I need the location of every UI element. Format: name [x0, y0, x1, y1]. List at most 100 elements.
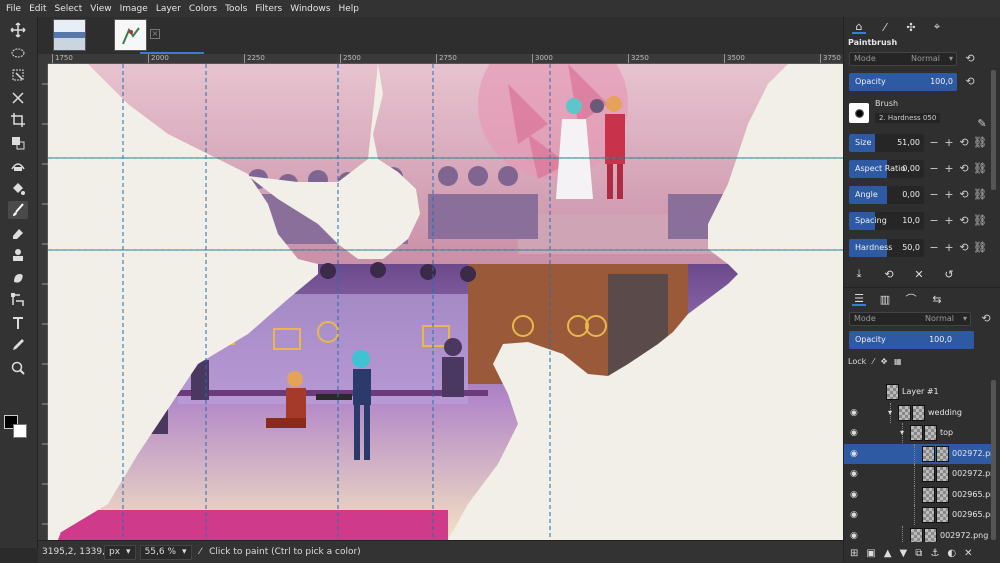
layer-row[interactable]: ◉ 002965.png copy	[844, 484, 994, 505]
clone-icon[interactable]	[8, 246, 28, 264]
reset-mode-icon[interactable]: ⟲	[964, 52, 976, 66]
layer-row[interactable]: ◉ 002972.png c	[844, 443, 994, 464]
close-tab-icon[interactable]: ×	[150, 29, 160, 39]
zoom-icon[interactable]	[8, 359, 28, 377]
restore-options-icon[interactable]: ⟲	[882, 267, 896, 281]
reset-aspect-ratio-icon[interactable]: ⟲	[958, 162, 970, 176]
eye-icon[interactable]: ◉	[850, 490, 860, 500]
menu-windows[interactable]: Windows	[288, 4, 336, 14]
eye-icon[interactable]: ◉	[850, 428, 860, 438]
eraser-icon[interactable]	[8, 224, 28, 242]
lower-layer-icon[interactable]: ▼	[900, 548, 908, 559]
layer-row[interactable]: ◉ ▾ wedding	[844, 402, 994, 423]
slider-aspect-ratio[interactable]: Aspect Ratio 0,00	[849, 160, 924, 178]
fuzzy-select-icon[interactable]	[8, 66, 28, 84]
layer-row[interactable]: ◉ 002972.png c	[844, 464, 994, 484]
vertical-ruler[interactable]	[38, 64, 48, 540]
slider-opacity[interactable]: Opacity 100,0	[849, 73, 957, 91]
new-layer-icon[interactable]: ⊞	[850, 548, 858, 559]
slider-spacing[interactable]: Spacing 10,0	[849, 212, 924, 230]
expand-arrow-icon[interactable]: ▾	[888, 408, 892, 417]
reset-size-icon[interactable]: ⟲	[958, 136, 970, 150]
tool-options-scrollbar[interactable]	[991, 70, 996, 190]
slider-angle[interactable]: Angle 0,00	[849, 186, 924, 204]
link-aspect-ratio-icon[interactable]: ⛓	[973, 162, 987, 176]
increase-hardness-icon[interactable]: +	[943, 241, 955, 255]
background-color-swatch[interactable]	[13, 424, 27, 438]
link-spacing-icon[interactable]: ⛓	[973, 214, 987, 228]
layer-row[interactable]: ◉ ▾ top	[844, 423, 994, 443]
reset-opacity-icon[interactable]: ⟲	[964, 75, 976, 89]
image-tab-1[interactable]	[53, 19, 86, 51]
menu-select[interactable]: Select	[53, 4, 89, 14]
slider-hardness[interactable]: Hardness 50,0	[849, 239, 924, 257]
reset-layer-mode-icon[interactable]: ⟲	[980, 312, 992, 326]
mask-icon[interactable]: ◐	[947, 548, 956, 559]
layer-opacity-slider[interactable]: Opacity 100,0	[849, 331, 974, 349]
paths-icon[interactable]	[8, 291, 28, 309]
smudge-icon[interactable]	[8, 269, 28, 287]
tool-options-tab-icon[interactable]: ⌂	[852, 20, 866, 34]
reset-options-icon[interactable]: ↺	[942, 267, 956, 281]
brushes-tab-icon[interactable]: ⁄	[878, 20, 892, 34]
unified-transform-icon[interactable]	[8, 134, 28, 152]
save-options-icon[interactable]: ⤓	[852, 267, 866, 281]
layer-row[interactable]: ◉ 002972.png copy	[844, 525, 994, 542]
raise-layer-icon[interactable]: ▲	[884, 548, 892, 559]
menu-layer[interactable]: Layer	[154, 4, 187, 14]
brush-selector[interactable]: Brush 2. Hardness 050	[849, 99, 974, 127]
layers-tab-icon[interactable]: ☰	[852, 292, 866, 306]
menu-colors[interactable]: Colors	[187, 4, 223, 14]
anchor-layer-icon[interactable]: ⚓	[930, 548, 939, 559]
new-group-icon[interactable]: ▣	[866, 548, 875, 559]
link-angle-icon[interactable]: ⛓	[973, 188, 987, 202]
ellipse-select-icon[interactable]	[8, 44, 28, 62]
horizontal-ruler[interactable]: 1750 2000 2250 2500 2750 3000 3250 3500 3750	[48, 54, 843, 64]
patterns-tab-icon[interactable]: ✣	[904, 20, 918, 34]
menu-help[interactable]: Help	[336, 4, 365, 14]
lock-pixels-icon[interactable]: ⁄	[873, 357, 874, 366]
warp-transform-icon[interactable]	[8, 156, 28, 174]
increase-spacing-icon[interactable]: +	[943, 214, 955, 228]
eye-icon[interactable]: ◉	[850, 510, 860, 520]
menu-file[interactable]: File	[4, 4, 27, 14]
ruler-corner[interactable]	[38, 54, 48, 64]
bucket-fill-icon[interactable]	[8, 179, 28, 197]
reset-angle-icon[interactable]: ⟲	[958, 188, 970, 202]
scissors-select-icon[interactable]	[8, 89, 28, 107]
image-tab-2[interactable]	[114, 19, 147, 51]
color-picker-icon[interactable]	[8, 336, 28, 354]
layer-row[interactable]: ◉ 002965.png	[844, 505, 994, 525]
increase-angle-icon[interactable]: +	[943, 188, 955, 202]
eye-icon[interactable]: ◉	[850, 449, 860, 459]
menu-edit[interactable]: Edit	[27, 4, 52, 14]
duplicate-layer-icon[interactable]: ⧉	[915, 548, 922, 559]
link-hardness-icon[interactable]: ⛓	[973, 241, 987, 255]
layers-scrollbar[interactable]	[991, 380, 996, 540]
paint-mode-dropdown[interactable]: Mode Normal ▾	[849, 52, 957, 66]
eye-icon[interactable]: ◉	[850, 408, 860, 418]
paintbrush-icon[interactable]	[8, 201, 28, 219]
menu-image[interactable]: Image	[118, 4, 154, 14]
decrease-hardness-icon[interactable]: −	[928, 241, 940, 255]
text-icon[interactable]	[8, 314, 28, 332]
brush-preview[interactable]	[849, 103, 869, 123]
layer-row[interactable]: Layer #1	[844, 382, 994, 402]
layer-mode-dropdown[interactable]: Mode Normal ▾	[849, 312, 971, 326]
unit-dropdown[interactable]: px ▾	[104, 544, 136, 560]
image-canvas[interactable]	[48, 64, 843, 540]
device-status-tab-icon[interactable]: ⌖	[930, 20, 944, 34]
lock-position-icon[interactable]: ✥	[881, 357, 888, 366]
increase-size-icon[interactable]: +	[943, 136, 955, 150]
delete-layer-icon[interactable]: ✕	[964, 548, 972, 559]
decrease-aspect-ratio-icon[interactable]: −	[928, 162, 940, 176]
decrease-angle-icon[interactable]: −	[928, 188, 940, 202]
link-size-icon[interactable]: ⛓	[973, 136, 987, 150]
menu-filters[interactable]: Filters	[253, 4, 288, 14]
edit-brush-icon[interactable]: ✎	[976, 117, 988, 131]
menu-tools[interactable]: Tools	[223, 4, 253, 14]
eye-icon[interactable]: ◉	[850, 531, 860, 541]
expand-arrow-icon[interactable]: ▾	[900, 428, 904, 437]
channels-tab-icon[interactable]: ▥	[878, 292, 892, 306]
lock-alpha-icon[interactable]: ▦	[894, 357, 902, 366]
